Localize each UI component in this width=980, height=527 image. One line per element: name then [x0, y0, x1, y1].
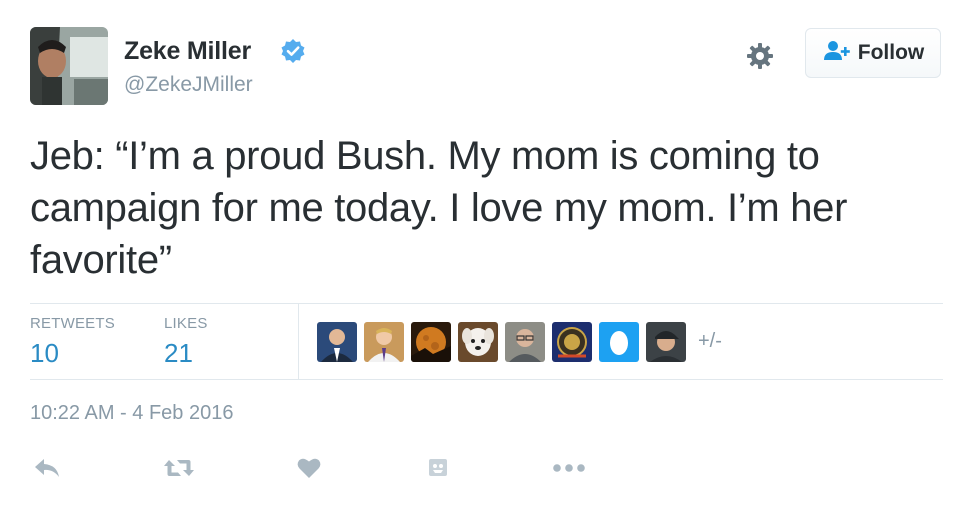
tweet-text: Jeb: “I’m a proud Bush. My mom is coming… [30, 134, 848, 282]
tweet-card: Zeke Miller @ZekeJMiller Follow Jeb: “I’… [0, 0, 980, 527]
liker-avatar-moon[interactable] [411, 322, 451, 362]
add-user-icon [822, 39, 852, 67]
divider-bottom [30, 379, 943, 380]
verified-badge-icon [280, 38, 306, 64]
reply-icon[interactable] [30, 453, 64, 483]
author-avatar[interactable] [30, 27, 108, 105]
likes-count[interactable]: 21 [164, 338, 193, 369]
liker-avatar-default-egg[interactable] [599, 322, 639, 362]
retweets-label: RETWEETS [30, 315, 115, 332]
follow-label: Follow [857, 41, 925, 64]
liker-avatars [317, 322, 686, 362]
follow-button[interactable]: Follow [805, 28, 941, 78]
liker-avatar-man-tie[interactable] [364, 322, 404, 362]
more-icon[interactable] [552, 453, 586, 483]
retweet-icon[interactable] [162, 453, 196, 483]
gear-icon[interactable] [744, 40, 776, 72]
liker-avatar-man-cap[interactable] [646, 322, 686, 362]
liker-avatar-man-glasses[interactable] [505, 322, 545, 362]
liker-avatar-man-suit[interactable] [317, 322, 357, 362]
liker-avatar-dog[interactable] [458, 322, 498, 362]
retweets-count[interactable]: 10 [30, 338, 59, 369]
author-handle[interactable]: @ZekeJMiller [124, 73, 253, 97]
likes-label: LIKES [164, 315, 208, 332]
tweet-timestamp[interactable]: 10:22 AM - 4 Feb 2016 [30, 402, 233, 425]
like-icon[interactable] [292, 453, 326, 483]
more-likers-link[interactable]: +/- [698, 330, 722, 353]
gif-icon[interactable] [421, 453, 455, 483]
divider-top [30, 303, 943, 304]
stats-separator [298, 304, 299, 380]
liker-avatar-badge[interactable] [552, 322, 592, 362]
author-display-name[interactable]: Zeke Miller [124, 37, 251, 66]
